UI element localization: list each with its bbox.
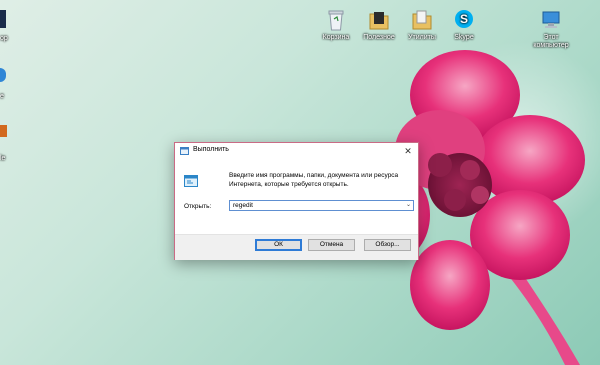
desktop-icon-label: Корзина (322, 34, 350, 41)
computer-icon (542, 11, 560, 28)
svg-text:S: S (460, 12, 468, 26)
dialog-content: Введите имя программы, папки, документа … (175, 160, 418, 234)
dialog-title: Выполнить (193, 146, 229, 153)
dialog-footer: ОК Отмена Обзор... (175, 234, 418, 260)
wallpaper-glow (420, 40, 600, 240)
run-program-icon (184, 175, 198, 187)
desktop-icon-label: Полезное (363, 34, 395, 41)
desktop-icon-folder-useful[interactable]: Полезное (355, 8, 403, 42)
desktop-icon-label: Утилиты (408, 34, 436, 41)
close-button[interactable]: ✕ (398, 143, 418, 159)
desktop-icon-recycle-bin[interactable]: Корзина (312, 8, 360, 42)
desktop-icon-this-pc[interactable]: Этот компьютер (527, 8, 575, 50)
partial-app-icon[interactable] (0, 125, 7, 137)
desktop-icon-folder-utilities[interactable]: Утилиты (398, 8, 446, 42)
ok-button[interactable]: ОК (255, 239, 302, 251)
recycle-bin-icon (328, 10, 344, 31)
run-icon (180, 147, 189, 155)
open-input[interactable]: regedit (233, 202, 253, 209)
dialog-description: Введите имя программы, папки, документа … (229, 172, 399, 188)
folder-icon (412, 10, 432, 30)
partial-edge-browser-icon[interactable] (0, 68, 6, 82)
partial-monitor-icon[interactable] (0, 10, 6, 28)
folder-icon (369, 12, 389, 30)
dialog-titlebar[interactable]: Выполнить ✕ (175, 143, 418, 160)
desktop-icon-label: Этот компьютер (533, 34, 569, 49)
partial-icon-label-3: le (0, 155, 6, 162)
partial-icon-label-1: ор (0, 35, 8, 42)
skype-icon: S (455, 10, 473, 28)
browse-button[interactable]: Обзор... (364, 239, 411, 251)
desktop-icon-skype[interactable]: S Skype (440, 8, 488, 42)
chevron-down-icon[interactable]: ⌄ (406, 201, 411, 208)
open-combobox[interactable]: regedit ⌄ (229, 200, 414, 211)
cancel-button[interactable]: Отмена (308, 239, 355, 251)
partial-icon-label-2: е (0, 93, 4, 100)
desktop-icon-label: Skype (454, 34, 474, 41)
run-dialog: Выполнить ✕ Введите имя программы, папки… (174, 142, 419, 260)
open-label: Открыть: (184, 203, 212, 210)
